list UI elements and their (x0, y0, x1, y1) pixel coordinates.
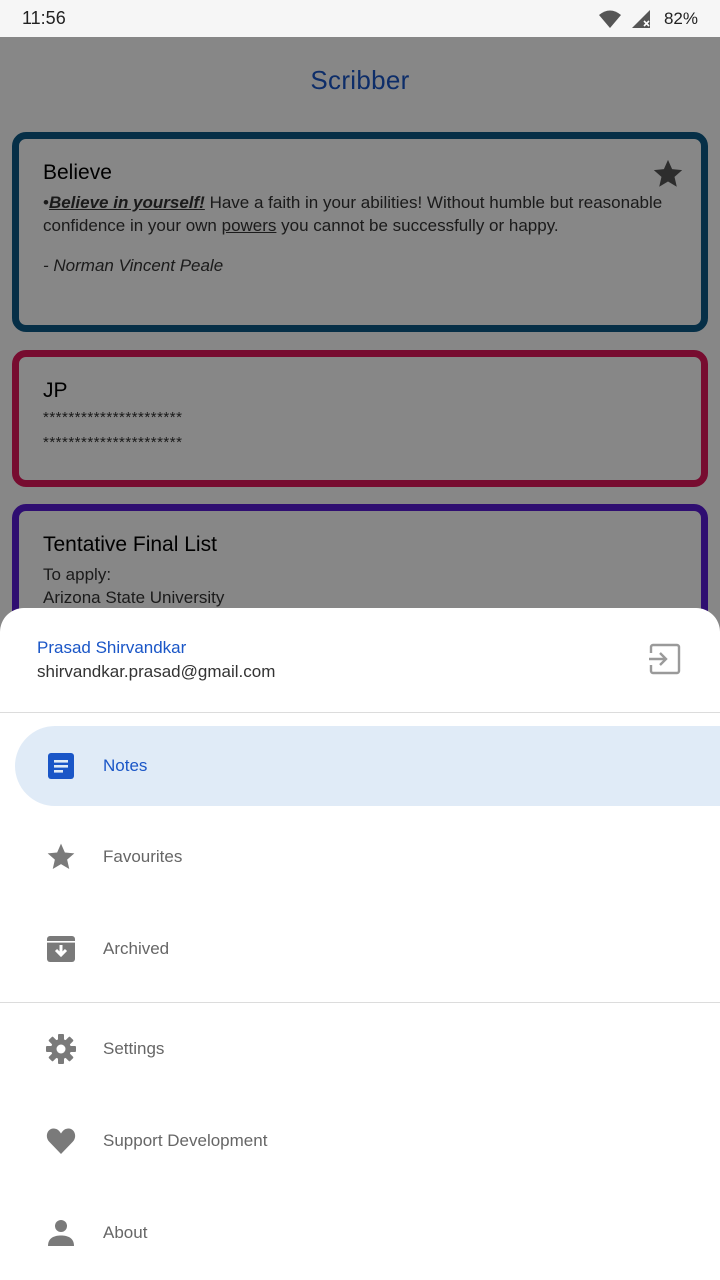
nav-item-favourites[interactable]: Favourites (15, 817, 720, 897)
nav-item-archived[interactable]: Archived (15, 909, 720, 989)
wifi-icon (598, 10, 621, 28)
status-time: 11:56 (22, 8, 66, 28)
nav-item-settings[interactable]: Settings (15, 1009, 720, 1089)
navigation-drawer: Prasad Shirvandkar shirvandkar.prasad@gm… (0, 608, 720, 1280)
star-icon (47, 843, 75, 869)
cellular-signal-icon (631, 9, 650, 28)
heart-icon (46, 1128, 76, 1154)
logout-icon[interactable] (648, 642, 682, 676)
divider (0, 712, 720, 713)
person-icon (48, 1220, 74, 1246)
archive-icon (47, 936, 75, 962)
nav-item-label: Support Development (103, 1131, 268, 1150)
gear-icon (46, 1034, 76, 1064)
divider (0, 1002, 720, 1003)
nav-item-notes[interactable]: Notes (15, 726, 720, 806)
nav-item-label: Archived (103, 939, 170, 958)
battery-level: 82% (663, 8, 698, 28)
screen: 11:56 82% Scribber Believe •Believe in y… (0, 0, 720, 1280)
account-email: shirvandkar.prasad@gmail.com (37, 662, 276, 681)
account-header: Prasad Shirvandkar shirvandkar.prasad@gm… (0, 608, 720, 712)
nav-item-label: Settings (103, 1039, 165, 1058)
nav-item-label: About (103, 1223, 148, 1242)
nav-item-support-development[interactable]: Support Development (15, 1101, 720, 1181)
nav-item-label: Favourites (103, 847, 183, 866)
account-name: Prasad Shirvandkar (37, 638, 187, 657)
status-bar: 11:56 82% (0, 0, 720, 37)
notes-icon (48, 753, 74, 779)
nav-item-about[interactable]: About (15, 1193, 720, 1273)
nav-item-label: Notes (103, 756, 148, 775)
status-icons: 82% (598, 9, 698, 29)
